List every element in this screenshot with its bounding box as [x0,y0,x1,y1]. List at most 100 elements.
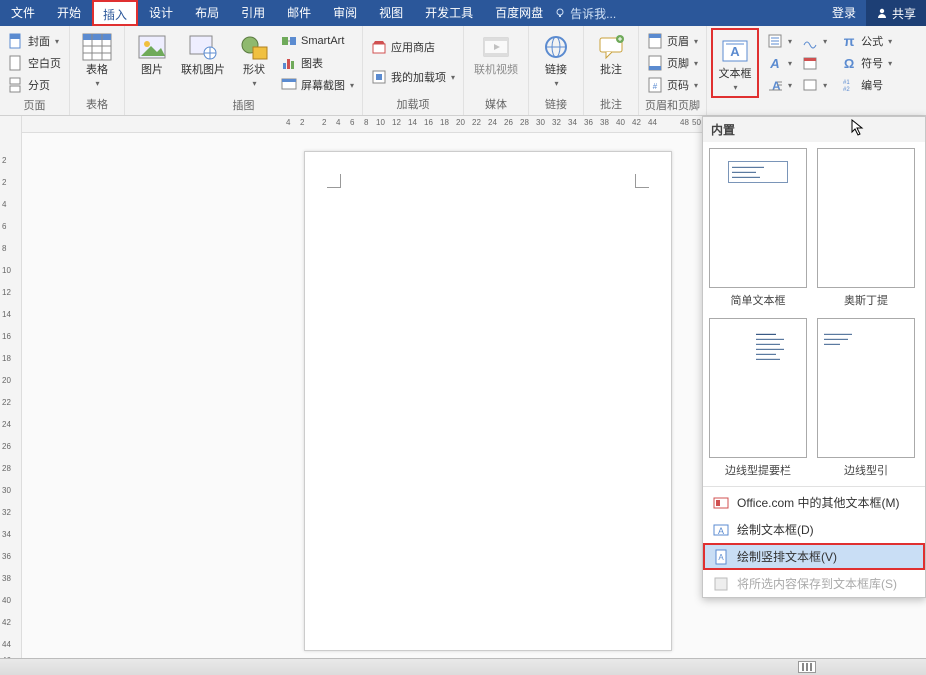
vertical-textbox-icon: A [713,549,729,565]
chart-icon [281,55,297,71]
store-button[interactable]: 应用商店 [367,36,459,58]
svg-text:A: A [718,526,724,536]
chevron-down-icon: ▾ [823,37,827,46]
tab-home[interactable]: 开始 [46,0,92,26]
shapes-button[interactable]: 形状▾ [231,28,277,90]
tab-review[interactable]: 审阅 [322,0,368,26]
textbox-icon: A [721,38,749,64]
office-icon [713,495,729,511]
svg-text:A: A [769,56,779,71]
login-button[interactable]: 登录 [822,0,866,26]
online-video-button[interactable]: 联机视频 [468,28,524,77]
comment-icon [596,33,626,61]
statusbar [0,658,926,675]
chevron-down-icon: ▾ [888,59,892,68]
page-number-button[interactable]: #页码▾ [643,74,702,96]
pagenum-icon: # [647,77,663,93]
tab-view[interactable]: 视图 [368,0,414,26]
object-button[interactable]: ▾ [798,74,831,96]
tab-dev[interactable]: 开发工具 [414,0,484,26]
gallery-item-austin[interactable]: 奥斯丁提 [817,148,915,308]
link-icon [541,33,571,61]
tab-insert[interactable]: 插入 [92,0,138,26]
store-icon [371,39,387,55]
chevron-down-icon: ▾ [555,79,559,88]
document-page[interactable] [304,151,672,651]
ribbon: 封面▾ 空白页 分页 页面 表格▾ 表格 图片 联机图片 [0,26,926,116]
textbox-button[interactable]: A 文本框▾ [715,32,755,94]
header-icon [647,33,663,49]
group-addins: 应用商店 我的加载项▾ 加载项 [363,26,464,115]
group-header-footer: 页眉▾ 页脚▾ #页码▾ 页眉和页脚 [639,26,707,115]
pictures-button[interactable]: 图片 [129,28,175,77]
svg-text:#: # [653,82,658,91]
page-break-button[interactable]: 分页 [4,74,65,96]
group-label-media: 媒体 [468,95,524,113]
number-button[interactable]: #1#2编号 [837,74,896,96]
tell-me[interactable]: 告诉我... [554,5,616,22]
chevron-down-icon: ▾ [694,37,698,46]
bulb-icon [554,7,566,19]
smartart-button[interactable]: SmartArt [277,30,358,52]
svg-text:#2: #2 [843,87,850,93]
group-label-hf: 页眉和页脚 [643,96,702,114]
wordart-icon: A [767,55,783,71]
more-textboxes-office[interactable]: Office.com 中的其他文本框(M) [703,489,925,516]
symbol-button[interactable]: Ω符号▾ [837,52,896,74]
shapes-icon [239,33,269,61]
share-label: 共享 [892,5,916,22]
cover-page-button[interactable]: 封面▾ [4,30,65,52]
symbol-icon: Ω [841,55,857,71]
chevron-down-icon: ▾ [350,81,354,90]
table-button[interactable]: 表格▾ [74,28,120,90]
view-handle[interactable] [798,661,816,673]
group-comments: 批注 批注 [584,26,639,115]
links-button[interactable]: 链接▾ [533,28,579,90]
quick-parts-button[interactable]: ▾ [763,30,796,52]
online-pictures-button[interactable]: 联机图片 [175,28,231,77]
gallery-item-quote[interactable]: ▬▬▬▬▬▬▬▬▬▬▬▬▬▬▬▬▬ 边线型引 [817,318,915,478]
tab-layout[interactable]: 布局 [184,0,230,26]
draw-vertical-textbox[interactable]: A 绘制竖排文本框(V) [703,543,925,570]
footer-button[interactable]: 页脚▾ [643,52,702,74]
tab-file[interactable]: 文件 [0,0,46,26]
tab-references[interactable]: 引用 [230,0,276,26]
header-button[interactable]: 页眉▾ [643,30,702,52]
datetime-button[interactable] [798,52,831,74]
signature-button[interactable]: ▾ [798,30,831,52]
equation-icon: π [841,33,857,49]
group-label-pages: 页面 [4,96,65,114]
textbox-gallery: ▬▬▬▬▬▬▬▬▬▬▬▬▬▬▬▬▬▬▬▬▬ 简单文本框 奥斯丁提 ▬▬▬▬▬▬▬… [703,142,925,484]
number-icon: #1#2 [841,77,857,93]
share-button[interactable]: 共享 [866,0,926,26]
group-label-links: 链接 [533,95,579,113]
table-icon [82,33,112,61]
draw-textbox[interactable]: A 绘制文本框(D) [703,516,925,543]
group-label-illustrations: 插图 [129,96,358,114]
tab-mail[interactable]: 邮件 [276,0,322,26]
gallery-item-sidebar[interactable]: ▬▬▬▬▬▬▬▬▬▬▬▬▬▬▬▬▬▬▬▬▬▬▬▬▬▬▬▬▬▬▬▬▬▬▬▬ 边线型… [709,318,807,478]
draw-textbox-icon: A [713,522,729,538]
chevron-down-icon: ▾ [55,37,59,46]
group-label-tables: 表格 [74,95,120,113]
group-links: 链接▾ 链接 [529,26,584,115]
picture-icon [137,33,167,61]
blank-page-button[interactable]: 空白页 [4,52,65,74]
wordart-button[interactable]: A▾ [763,52,796,74]
group-media: 联机视频 媒体 [464,26,529,115]
drop-cap-button[interactable]: A▾ [763,74,796,96]
comment-button[interactable]: 批注 [588,28,634,77]
group-label-comments: 批注 [588,95,634,113]
gallery-item-simple[interactable]: ▬▬▬▬▬▬▬▬▬▬▬▬▬▬▬▬▬▬▬▬▬ 简单文本框 [709,148,807,308]
tab-baidu[interactable]: 百度网盘 [484,0,554,26]
my-addins-button[interactable]: 我的加载项▾ [367,66,459,88]
chevron-down-icon: ▾ [788,59,792,68]
tab-design[interactable]: 设计 [138,0,184,26]
parts-icon [767,33,783,49]
screenshot-button[interactable]: 屏幕截图▾ [277,74,358,96]
chart-button[interactable]: 图表 [277,52,358,74]
textbox-button-wrapper: A 文本框▾ [711,28,759,98]
vertical-ruler[interactable]: 22 46 810 1214 1618 2022 2426 2830 3234 … [0,116,22,658]
equation-button[interactable]: π公式▾ [837,30,896,52]
svg-text:#1: #1 [843,80,850,86]
